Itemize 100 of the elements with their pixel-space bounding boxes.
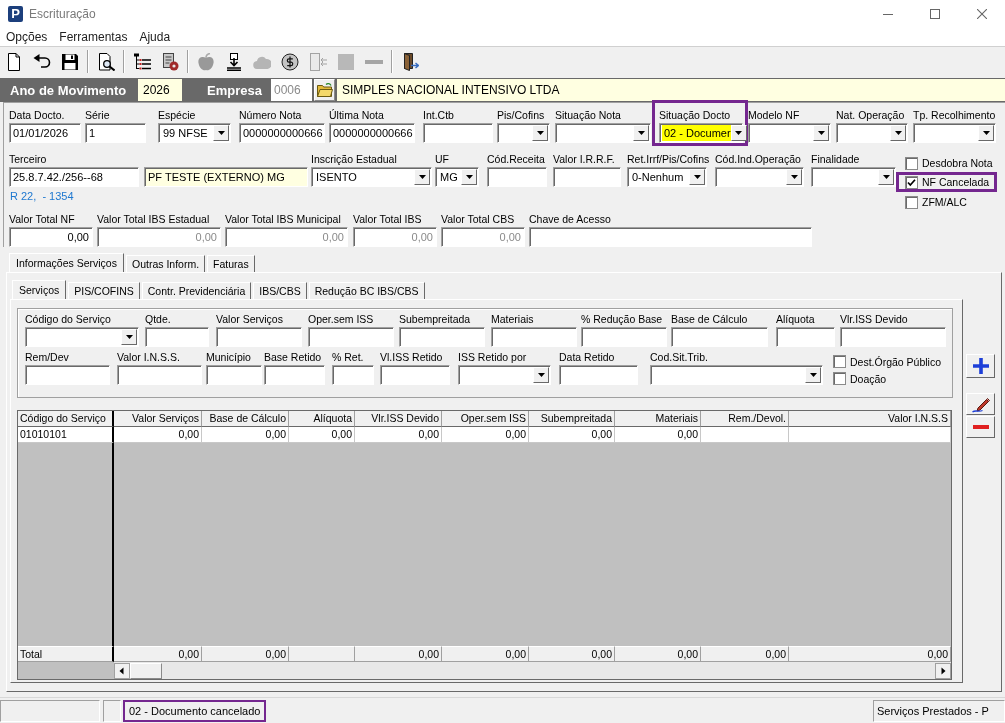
download-icon[interactable]: [225, 52, 243, 71]
table-cell: 0,00: [202, 427, 289, 443]
dropdown-field[interactable]: [650, 365, 823, 385]
pencil-icon: [971, 395, 990, 413]
caret-icon: [882, 175, 890, 179]
undo-icon[interactable]: [33, 52, 51, 71]
checkbox[interactable]: [905, 175, 918, 189]
menu-item[interactable]: Ajuda: [133, 30, 177, 44]
dropdown-button[interactable]: [805, 367, 821, 383]
dropdown-field[interactable]: [913, 123, 996, 143]
coin-icon[interactable]: [281, 52, 299, 71]
input-field[interactable]: [529, 227, 812, 247]
input-field[interactable]: [399, 327, 485, 347]
checkbox[interactable]: [833, 355, 846, 368]
input-field[interactable]: [145, 327, 209, 347]
tab[interactable]: Serviços: [12, 280, 67, 299]
input-field[interactable]: [581, 327, 667, 347]
dropdown-button[interactable]: [978, 125, 994, 141]
dropdown-field[interactable]: [748, 123, 831, 143]
dropdown-button[interactable]: [633, 125, 649, 141]
input-field[interactable]: [206, 365, 262, 385]
dropdown-field[interactable]: [811, 167, 896, 187]
remove-button[interactable]: [966, 416, 995, 438]
dropdown-field[interactable]: [25, 327, 139, 347]
year-field[interactable]: 2026: [138, 79, 182, 101]
input-field[interactable]: 0,00: [9, 227, 93, 247]
scroll-right-icon[interactable]: [935, 662, 951, 679]
dropdown-field[interactable]: [458, 365, 551, 385]
tab[interactable]: Faturas: [207, 255, 255, 272]
input-field[interactable]: [25, 365, 110, 385]
new-document-icon[interactable]: [5, 52, 23, 71]
menu-item[interactable]: Ferramentas: [53, 30, 134, 44]
dropdown-button[interactable]: [213, 125, 229, 141]
dropdown-button[interactable]: [689, 169, 705, 185]
dropdown-field[interactable]: MG: [435, 167, 479, 187]
input-field[interactable]: [487, 167, 547, 187]
add-button[interactable]: [966, 354, 995, 378]
save-icon[interactable]: [61, 52, 79, 71]
exit-door-icon[interactable]: [401, 52, 419, 71]
document-search-icon[interactable]: [97, 52, 115, 71]
input-field[interactable]: [491, 327, 577, 347]
input-field[interactable]: [776, 327, 835, 347]
input-field[interactable]: [332, 365, 374, 385]
tree-list-icon[interactable]: [133, 52, 151, 71]
input-field[interactable]: [117, 365, 202, 385]
dropdown-field[interactable]: [836, 123, 908, 143]
scroll-left-icon[interactable]: [114, 662, 130, 679]
tab[interactable]: PIS/COFINS: [68, 282, 140, 299]
dropdown-button[interactable]: [121, 329, 137, 345]
display-field[interactable]: PF TESTE (EXTERNO) MG: [144, 167, 308, 187]
input-field[interactable]: 25.8.7.42./256--68: [9, 167, 139, 187]
dropdown-button[interactable]: [878, 169, 894, 185]
input-field[interactable]: [308, 327, 394, 347]
tab[interactable]: Redução BC IBS/CBS: [308, 282, 425, 299]
dropdown-field[interactable]: [715, 167, 804, 187]
input-field[interactable]: [423, 123, 493, 143]
checkbox[interactable]: [905, 156, 918, 170]
input-field[interactable]: [380, 365, 450, 385]
dropdown-button[interactable]: [890, 125, 906, 141]
tab[interactable]: IBS/CBS: [253, 282, 307, 299]
folder-button[interactable]: [314, 79, 335, 101]
tab[interactable]: Informações Serviços: [9, 253, 124, 272]
dropdown-button[interactable]: [532, 125, 548, 141]
dropdown-button[interactable]: [414, 169, 430, 185]
input-field[interactable]: [264, 365, 325, 385]
input-field[interactable]: [671, 327, 768, 347]
edit-button[interactable]: [966, 393, 995, 415]
minimize-icon[interactable]: [882, 13, 893, 15]
input-field[interactable]: [553, 167, 621, 187]
input-field[interactable]: 1: [85, 123, 146, 143]
tab[interactable]: Contr. Previdenciária: [141, 282, 252, 299]
input-field[interactable]: [840, 327, 946, 347]
dropdown-field[interactable]: 99 NFSE: [158, 123, 231, 143]
input-field[interactable]: [559, 365, 638, 385]
dropdown-button[interactable]: [461, 169, 477, 185]
dropdown-field[interactable]: [555, 123, 651, 143]
input-field[interactable]: [216, 327, 302, 347]
dropdown-field[interactable]: [497, 123, 550, 143]
checkbox[interactable]: [833, 372, 846, 385]
dropdown-field[interactable]: 0-Nenhum: [627, 167, 707, 187]
tab[interactable]: Outras Inform.: [125, 255, 206, 272]
dropdown-field[interactable]: ISENTO: [311, 167, 432, 187]
input-field[interactable]: 01/01/2026: [9, 123, 81, 143]
scrollbar-thumb[interactable]: [130, 662, 162, 679]
horizontal-scrollbar[interactable]: [114, 662, 951, 679]
address-text: R 22, - 1354: [10, 190, 74, 203]
document-seal-icon[interactable]: [161, 52, 179, 71]
checkbox-label: Dest.Órgão Público: [850, 355, 942, 368]
column-header: Materiais: [615, 411, 701, 427]
table-cell: 0,00: [442, 427, 529, 443]
input-field[interactable]: 0000000000666: [329, 123, 415, 143]
dropdown-button[interactable]: [786, 169, 802, 185]
input-field[interactable]: 0000000000666: [239, 123, 325, 143]
close-icon[interactable]: [976, 9, 987, 19]
checkbox[interactable]: [905, 195, 918, 209]
field-label: Valor Total CBS: [441, 212, 516, 226]
dropdown-button[interactable]: [813, 125, 829, 141]
maximize-icon[interactable]: [929, 9, 940, 19]
menu-item[interactable]: Opções: [0, 30, 54, 44]
dropdown-button[interactable]: [533, 367, 549, 383]
